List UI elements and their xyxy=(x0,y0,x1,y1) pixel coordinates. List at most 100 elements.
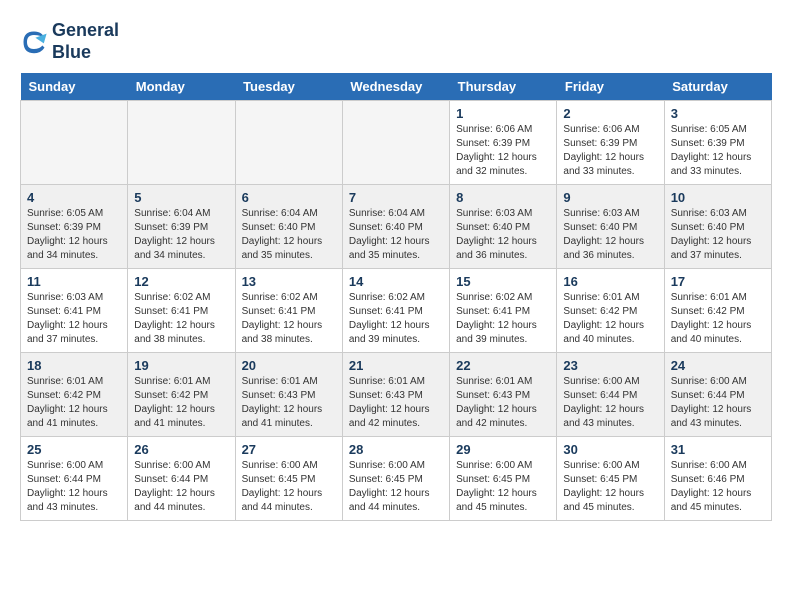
day-number: 1 xyxy=(456,106,550,121)
calendar-day-cell: 3 Sunrise: 6:05 AMSunset: 6:39 PMDaylight… xyxy=(664,101,771,185)
day-info: Sunrise: 6:01 AMSunset: 6:42 PMDaylight:… xyxy=(27,375,121,431)
weekday-header: Tuesday xyxy=(235,73,342,101)
day-info: Sunrise: 6:00 AMSunset: 6:44 PMDaylight:… xyxy=(563,375,657,431)
calendar-day-cell: 16 Sunrise: 6:01 AMSunset: 6:42 PMDayligh… xyxy=(557,269,664,353)
day-info: Sunrise: 6:00 AMSunset: 6:44 PMDaylight:… xyxy=(671,375,765,431)
day-info: Sunrise: 6:04 AMSunset: 6:40 PMDaylight:… xyxy=(242,207,336,263)
calendar-day-cell: 7 Sunrise: 6:04 AMSunset: 6:40 PMDaylight… xyxy=(342,185,449,269)
day-number: 2 xyxy=(563,106,657,121)
calendar-day-cell: 13 Sunrise: 6:02 AMSunset: 6:41 PMDayligh… xyxy=(235,269,342,353)
calendar-day-cell: 30 Sunrise: 6:00 AMSunset: 6:45 PMDayligh… xyxy=(557,437,664,521)
day-info: Sunrise: 6:02 AMSunset: 6:41 PMDaylight:… xyxy=(134,291,228,347)
day-info: Sunrise: 6:04 AMSunset: 6:39 PMDaylight:… xyxy=(134,207,228,263)
day-number: 23 xyxy=(563,358,657,373)
calendar-day-cell: 4 Sunrise: 6:05 AMSunset: 6:39 PMDaylight… xyxy=(21,185,128,269)
day-number: 20 xyxy=(242,358,336,373)
day-number: 7 xyxy=(349,190,443,205)
day-info: Sunrise: 6:05 AMSunset: 6:39 PMDaylight:… xyxy=(671,123,765,179)
day-number: 30 xyxy=(563,442,657,457)
day-number: 15 xyxy=(456,274,550,289)
day-number: 13 xyxy=(242,274,336,289)
day-info: Sunrise: 6:01 AMSunset: 6:42 PMDaylight:… xyxy=(563,291,657,347)
day-number: 21 xyxy=(349,358,443,373)
day-number: 9 xyxy=(563,190,657,205)
weekday-header: Monday xyxy=(128,73,235,101)
day-number: 6 xyxy=(242,190,336,205)
day-number: 31 xyxy=(671,442,765,457)
calendar-day-cell: 12Sunrise: 6:02 AMSunset: 6:41 PMDayligh… xyxy=(128,269,235,353)
day-info: Sunrise: 6:00 AMSunset: 6:45 PMDaylight:… xyxy=(456,459,550,515)
logo-icon xyxy=(20,28,48,56)
day-number: 22 xyxy=(456,358,550,373)
calendar-week-row: 4 Sunrise: 6:05 AMSunset: 6:39 PMDaylight… xyxy=(21,185,772,269)
calendar-week-row: 11 Sunrise: 6:03 AMSunset: 6:41 PMDayligh… xyxy=(21,269,772,353)
day-info: Sunrise: 6:00 AMSunset: 6:45 PMDaylight:… xyxy=(242,459,336,515)
calendar-day-cell: 23 Sunrise: 6:00 AMSunset: 6:44 PMDayligh… xyxy=(557,353,664,437)
day-info: Sunrise: 6:03 AMSunset: 6:40 PMDaylight:… xyxy=(456,207,550,263)
logo: General Blue xyxy=(20,20,119,63)
calendar-day-cell: 22 Sunrise: 6:01 AMSunset: 6:43 PMDayligh… xyxy=(450,353,557,437)
calendar-week-row: 25 Sunrise: 6:00 AMSunset: 6:44 PMDayligh… xyxy=(21,437,772,521)
calendar-day-cell xyxy=(21,101,128,185)
calendar-day-cell: 2 Sunrise: 6:06 AMSunset: 6:39 PMDaylight… xyxy=(557,101,664,185)
calendar-day-cell: 17Sunrise: 6:01 AMSunset: 6:42 PMDayligh… xyxy=(664,269,771,353)
calendar-day-cell: 11 Sunrise: 6:03 AMSunset: 6:41 PMDayligh… xyxy=(21,269,128,353)
page-header: General Blue xyxy=(20,20,772,63)
day-info: Sunrise: 6:05 AMSunset: 6:39 PMDaylight:… xyxy=(27,207,121,263)
day-number: 18 xyxy=(27,358,121,373)
weekday-header: Saturday xyxy=(664,73,771,101)
calendar-day-cell: 8Sunrise: 6:03 AMSunset: 6:40 PMDaylight… xyxy=(450,185,557,269)
day-number: 4 xyxy=(27,190,121,205)
day-number: 28 xyxy=(349,442,443,457)
day-info: Sunrise: 6:00 AMSunset: 6:45 PMDaylight:… xyxy=(349,459,443,515)
day-info: Sunrise: 6:00 AMSunset: 6:44 PMDaylight:… xyxy=(27,459,121,515)
day-number: 25 xyxy=(27,442,121,457)
weekday-header: Sunday xyxy=(21,73,128,101)
day-number: 5 xyxy=(134,190,228,205)
day-number: 27 xyxy=(242,442,336,457)
day-info: Sunrise: 6:06 AMSunset: 6:39 PMDaylight:… xyxy=(456,123,550,179)
day-info: Sunrise: 6:06 AMSunset: 6:39 PMDaylight:… xyxy=(563,123,657,179)
day-number: 10 xyxy=(671,190,765,205)
calendar-day-cell: 21 Sunrise: 6:01 AMSunset: 6:43 PMDayligh… xyxy=(342,353,449,437)
calendar-day-cell xyxy=(342,101,449,185)
calendar-day-cell: 20 Sunrise: 6:01 AMSunset: 6:43 PMDayligh… xyxy=(235,353,342,437)
day-number: 24 xyxy=(671,358,765,373)
day-info: Sunrise: 6:03 AMSunset: 6:40 PMDaylight:… xyxy=(671,207,765,263)
calendar-day-cell xyxy=(128,101,235,185)
calendar-day-cell: 6 Sunrise: 6:04 AMSunset: 6:40 PMDaylight… xyxy=(235,185,342,269)
calendar-day-cell: 18 Sunrise: 6:01 AMSunset: 6:42 PMDayligh… xyxy=(21,353,128,437)
calendar-day-cell: 19Sunrise: 6:01 AMSunset: 6:42 PMDayligh… xyxy=(128,353,235,437)
day-number: 26 xyxy=(134,442,228,457)
calendar-week-row: 18 Sunrise: 6:01 AMSunset: 6:42 PMDayligh… xyxy=(21,353,772,437)
day-info: Sunrise: 6:03 AMSunset: 6:40 PMDaylight:… xyxy=(563,207,657,263)
calendar-day-cell: 5 Sunrise: 6:04 AMSunset: 6:39 PMDaylight… xyxy=(128,185,235,269)
day-info: Sunrise: 6:04 AMSunset: 6:40 PMDaylight:… xyxy=(349,207,443,263)
day-info: Sunrise: 6:01 AMSunset: 6:43 PMDaylight:… xyxy=(242,375,336,431)
logo-text: General Blue xyxy=(52,20,119,63)
day-number: 14 xyxy=(349,274,443,289)
day-info: Sunrise: 6:02 AMSunset: 6:41 PMDaylight:… xyxy=(456,291,550,347)
day-info: Sunrise: 6:01 AMSunset: 6:42 PMDaylight:… xyxy=(671,291,765,347)
day-info: Sunrise: 6:01 AMSunset: 6:43 PMDaylight:… xyxy=(349,375,443,431)
calendar-day-cell: 24 Sunrise: 6:00 AMSunset: 6:44 PMDayligh… xyxy=(664,353,771,437)
day-number: 3 xyxy=(671,106,765,121)
calendar-day-cell: 14 Sunrise: 6:02 AMSunset: 6:41 PMDayligh… xyxy=(342,269,449,353)
day-number: 29 xyxy=(456,442,550,457)
day-info: Sunrise: 6:02 AMSunset: 6:41 PMDaylight:… xyxy=(242,291,336,347)
calendar-day-cell: 9 Sunrise: 6:03 AMSunset: 6:40 PMDaylight… xyxy=(557,185,664,269)
day-number: 11 xyxy=(27,274,121,289)
calendar-day-cell: 25 Sunrise: 6:00 AMSunset: 6:44 PMDayligh… xyxy=(21,437,128,521)
day-info: Sunrise: 6:00 AMSunset: 6:46 PMDaylight:… xyxy=(671,459,765,515)
calendar-day-cell: 10 Sunrise: 6:03 AMSunset: 6:40 PMDayligh… xyxy=(664,185,771,269)
weekday-header-row: SundayMondayTuesdayWednesdayThursdayFrid… xyxy=(21,73,772,101)
day-info: Sunrise: 6:01 AMSunset: 6:43 PMDaylight:… xyxy=(456,375,550,431)
day-info: Sunrise: 6:00 AMSunset: 6:45 PMDaylight:… xyxy=(563,459,657,515)
day-number: 16 xyxy=(563,274,657,289)
day-info: Sunrise: 6:02 AMSunset: 6:41 PMDaylight:… xyxy=(349,291,443,347)
calendar-day-cell: 1 Sunrise: 6:06 AMSunset: 6:39 PMDaylight… xyxy=(450,101,557,185)
calendar-day-cell xyxy=(235,101,342,185)
calendar-table: SundayMondayTuesdayWednesdayThursdayFrid… xyxy=(20,73,772,521)
day-info: Sunrise: 6:03 AMSunset: 6:41 PMDaylight:… xyxy=(27,291,121,347)
calendar-day-cell: 26Sunrise: 6:00 AMSunset: 6:44 PMDayligh… xyxy=(128,437,235,521)
